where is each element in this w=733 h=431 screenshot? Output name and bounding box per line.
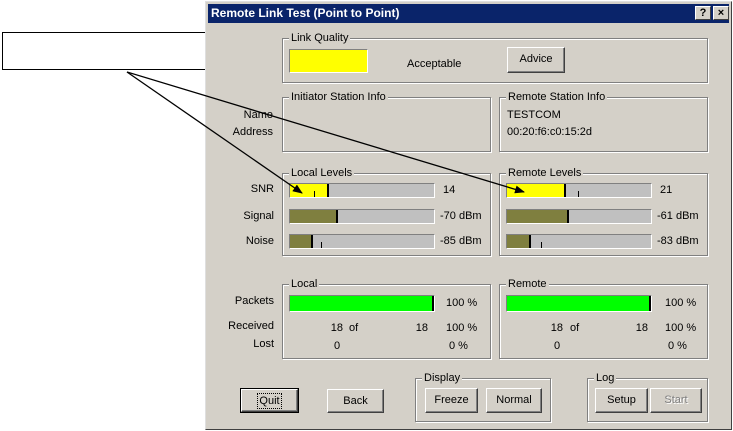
local-total-count: 18 [415,322,428,334]
remote-packets-fill [507,296,651,311]
initiator-station-info-group: Initiator Station Info [282,90,491,152]
log-group: Log Setup Start [587,371,708,422]
local-snr-value: 14 [443,184,456,196]
link-quality-group: Link Quality Acceptable Advice [282,31,708,83]
close-button[interactable]: × [713,6,729,20]
setup-button[interactable]: Setup [595,388,648,413]
initiator-station-info-title: Initiator Station Info [289,90,388,104]
window-title: Remote Link Test (Point to Point) [211,6,400,20]
help-button[interactable]: ? [695,6,711,20]
local-lost-count: 0 [334,340,341,352]
local-signal-bar [289,209,435,224]
remote-station-address: 00:20:f6:c0:15:2d [507,126,593,138]
local-noise-fill [290,235,314,248]
freeze-button-label: Freeze [434,394,469,406]
address-label: Address [232,126,273,138]
local-signal-fill [290,210,338,223]
back-button[interactable]: Back [327,389,384,413]
log-title: Log [594,371,617,385]
remote-signal-fill [507,210,569,223]
setup-button-label: Setup [607,394,636,406]
normal-button[interactable]: Normal [486,388,542,413]
remote-station-info-group: Remote Station Info TESTCOM 00:20:f6:c0:… [499,90,708,152]
remote-packets-percent: 100 % [665,297,697,309]
freeze-button[interactable]: Freeze [425,388,478,413]
packets-label: Packets [234,295,274,307]
local-packets-end [432,296,434,311]
local-packets-bar [289,295,435,312]
local-packets-percent: 100 % [446,297,478,309]
start-button-label: Start [664,394,688,406]
back-button-label: Back [343,395,368,407]
display-title: Display [422,371,463,385]
signal-label: Signal [243,210,274,222]
local-signal-value: -70 dBm [440,210,482,222]
remote-station-info-title: Remote Station Info [506,90,608,104]
remote-received-count: 18 [550,322,563,334]
remote-signal-end [566,210,569,223]
remote-noise-fill [507,235,532,248]
local-stats-title: Local [289,277,320,291]
remote-noise-end [529,235,532,248]
remote-levels-group: Remote Levels 21 -61 dBm -83 dBm [499,166,708,256]
remote-total-count: 18 [635,322,648,334]
name-label: Name [243,109,273,121]
normal-button-label: Normal [496,394,532,406]
local-packets-fill [290,296,434,311]
lost-label: Lost [253,338,274,350]
local-noise-bar [289,234,435,249]
quit-button[interactable]: Quit [240,388,299,413]
remote-lost-count: 0 [554,340,561,352]
remote-of-label: of [570,322,580,334]
advice-button-label: Advice [519,53,553,65]
link-quality-title: Link Quality [289,31,351,45]
noise-label: Noise [245,235,274,247]
link-quality-indicator [289,49,368,73]
link-quality-status: Acceptable [407,58,462,70]
remote-link-test-window: Remote Link Test (Point to Point) ? × Li… [205,1,732,430]
local-received-count: 18 [330,322,343,334]
remote-lost-percent: 0 % [668,340,687,352]
remote-stats-title: Remote [506,277,549,291]
remote-noise-bar [506,234,652,249]
remote-signal-bar [506,209,652,224]
remote-signal-value: -61 dBm [657,210,699,222]
remote-noise-marker [541,242,542,248]
local-lost-percent: 0 % [449,340,468,352]
remote-levels-title: Remote Levels [506,166,584,180]
local-signal-end [335,210,338,223]
remote-received-percent: 100 % [665,322,697,334]
remote-noise-value: -83 dBm [657,235,699,247]
remote-snr-end [564,184,567,197]
remote-stats-group: Remote 100 % 18 of 18 100 % 0 0 % [499,277,708,359]
start-button[interactable]: Start [650,388,702,413]
title-bar[interactable]: Remote Link Test (Point to Point) ? × [208,4,729,23]
local-received-percent: 100 % [446,322,478,334]
local-levels-title: Local Levels [289,166,355,180]
received-label: Received [228,320,274,332]
local-snr-marker [313,191,315,197]
local-levels-group: Local Levels 14 -70 dBm -85 dBm [282,166,491,256]
local-stats-group: Local 100 % 18 of 18 100 % 0 0 % [282,277,491,359]
local-noise-value: -85 dBm [440,235,482,247]
remote-station-name: TESTCOM [507,109,561,121]
display-group: Display Freeze Normal [415,371,551,422]
advice-button[interactable]: Advice [507,47,565,73]
local-snr-fill [290,184,329,197]
local-snr-bar [289,183,435,198]
local-noise-marker [321,242,323,248]
local-of-label: of [349,322,359,334]
remote-packets-bar [506,295,652,312]
remote-snr-fill [507,184,567,197]
local-noise-end [311,235,314,248]
snr-label: SNR [250,183,274,195]
remote-packets-end [649,296,651,311]
quit-button-label: Quit [257,393,282,409]
remote-snr-bar [506,183,652,198]
local-snr-end [326,184,329,197]
remote-snr-value: 21 [660,184,673,196]
remote-snr-marker [578,191,580,197]
